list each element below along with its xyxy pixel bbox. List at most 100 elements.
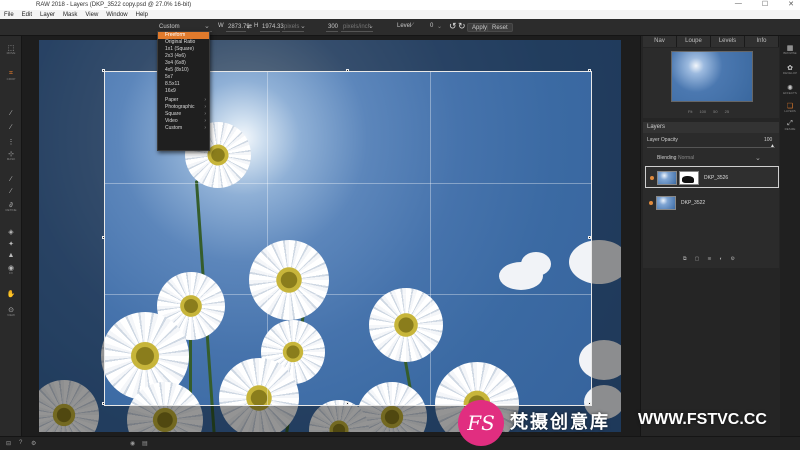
width-input[interactable]: 2873.79 [226,23,250,32]
new-layer-icon[interactable]: ▢ [695,256,700,262]
menu-view[interactable]: View [85,12,98,18]
resolution-input[interactable]: 300 [326,23,338,32]
menu-window[interactable]: Window [106,12,127,18]
photo-daisies [39,40,621,432]
module-resize[interactable]: ⤢ RESIZE [780,120,800,138]
menu-bar: File Edit Layer Mask View Window Help [0,10,800,19]
minimize-button[interactable]: — [735,0,742,8]
tab-levels[interactable]: Levels [711,36,745,47]
swap-dimensions-icon[interactable]: ⇄ [247,23,252,30]
tab-info[interactable]: Info [745,36,779,47]
blending-value[interactable]: Normal [678,155,694,161]
tool-fx[interactable]: ◉ FX [0,264,22,278]
layer-mask-thumbnail[interactable] [679,171,699,185]
layer-row-dkp-3526[interactable]: DKP_3526 [645,166,779,188]
crop-handle[interactable] [102,69,105,72]
zoom-25[interactable]: 25 [725,109,729,114]
gear-icon[interactable]: ⚙ [31,440,36,447]
height-input[interactable]: 1974.33 [260,23,284,32]
module-layers[interactable]: ❏ LAYERS [780,102,800,120]
tool-move[interactable]: ⬚ MOVE [0,44,22,58]
crop-handle[interactable] [346,402,349,405]
compare-icon[interactable]: ▤ [142,440,148,447]
zoom-100[interactable]: 100 [699,109,706,114]
menu-mask[interactable]: Mask [63,12,77,18]
crop-handle[interactable] [102,236,105,239]
zoom-50[interactable]: 50 [713,109,717,114]
chevron-down-icon[interactable]: ⌄ [755,154,761,162]
stack-icon[interactable]: ≋ [707,256,711,262]
crop-handle[interactable] [588,69,591,72]
panel-toggle-icon[interactable]: ⊟ [6,440,11,447]
tool-zoom[interactable]: ⊙ VIEW [0,306,22,320]
duplicate-layer-icon[interactable]: ⧉ [683,256,687,262]
level-straighten-icon[interactable]: ⟋ [410,23,414,30]
zoom-fit[interactable]: Fit [688,109,692,114]
menu-item-8-5x11[interactable]: 8.5x11 [158,81,209,88]
menu-help[interactable]: Help [136,12,148,18]
menu-item-video[interactable]: Video › [158,118,209,125]
tool-brush-2[interactable]: ∕ [0,124,22,138]
mask-icon[interactable]: ◐ [720,256,723,262]
layers-panel: Layers Layer Opacity 100 ▲ Blending Norm… [643,122,779,268]
slider-thumb[interactable]: ▲ [770,143,775,149]
tab-loupe[interactable]: Loupe [677,36,711,47]
layer-visibility-dot[interactable] [650,176,654,180]
chevron-down-icon[interactable]: ⌄ [437,23,442,30]
reset-button[interactable]: Reset [487,23,513,32]
crop-handle[interactable] [102,402,105,405]
maximize-button[interactable]: ☐ [762,0,768,8]
menu-item-original-ratio[interactable]: Original Ratio [158,39,209,46]
help-icon[interactable]: ? [19,440,22,446]
menu-item-photographic[interactable]: Photographic › [158,104,209,111]
menu-layer[interactable]: Layer [40,12,55,18]
tool-hand[interactable]: ✋ [0,290,22,304]
tab-nav[interactable]: Nav [643,36,677,47]
title-bar: RAW 2018 - Layers (DKP_3522 copy.psd @ 2… [0,0,800,10]
preview-icon[interactable]: ◉ [130,440,135,447]
menu-item-square[interactable]: Square › [158,111,209,118]
menu-item-label: 8.5x11 [165,81,180,87]
resolution-units-value: pixels/inch [343,24,372,30]
tool-clone[interactable]: ∕ [0,188,22,202]
settings-gear-icon[interactable]: ⚙ [731,256,735,262]
image-canvas[interactable] [22,36,640,436]
tool-crop[interactable]: ⌗ CROP [0,70,22,84]
tool-label: RETINE [5,208,17,212]
crop-handle[interactable] [588,236,591,239]
menu-item-16x9[interactable]: 16x9 [158,88,209,95]
navigator-thumbnail[interactable] [671,51,753,102]
rotate-right-icon[interactable]: ↻ [458,21,466,32]
menu-item-custom[interactable]: Custom › [158,125,209,132]
chevron-down-icon[interactable]: ⌄ [368,22,374,30]
menu-edit[interactable]: Edit [22,12,32,18]
module-effects[interactable]: ✺ EFFECTS [780,84,800,102]
opacity-slider[interactable] [647,147,775,148]
level-value[interactable]: 0 [430,23,433,29]
menu-item-2x3[interactable]: 2x3 (4x6) [158,53,209,60]
menu-item-paper[interactable]: Paper › [158,97,209,104]
chevron-right-icon: › [204,111,206,117]
chevron-down-icon[interactable]: ⌄ [204,22,210,30]
menu-item-4x5[interactable]: 4x5 (8x10) [158,67,209,74]
module-browse[interactable]: ▦ BROWSE [780,44,800,62]
chevron-right-icon: › [204,97,206,103]
tool-mask-brush[interactable]: ⊹ MASK [0,150,22,164]
menu-item-1x1[interactable]: 1x1 (Square) [158,46,209,53]
menu-item-freeform[interactable]: Freeform [158,32,209,39]
menu-item-label: Square [165,111,182,117]
module-label: LAYERS [784,109,796,113]
tool-heal[interactable]: ∂ RETINE [0,202,22,216]
layer-row-dkp-3522[interactable]: DKP_3522 [645,192,779,214]
layer-visibility-dot[interactable] [649,201,653,205]
rotate-left-icon[interactable]: ↺ [449,21,457,32]
menu-file[interactable]: File [4,12,14,18]
crop-handle[interactable] [346,69,349,72]
module-develop[interactable]: ✿ DEVELOP [780,64,800,82]
menu-item-5x7[interactable]: 5x7 [158,74,209,81]
layers-actions: ⧉ ▢ ≋ ◐ ⚙ [683,256,735,262]
chevron-down-icon[interactable]: ⌄ [300,22,306,30]
menu-item-3x4[interactable]: 3x4 (6x8) [158,60,209,67]
close-button[interactable]: ✕ [788,0,794,8]
tool-brush[interactable]: ∕ [0,110,22,124]
